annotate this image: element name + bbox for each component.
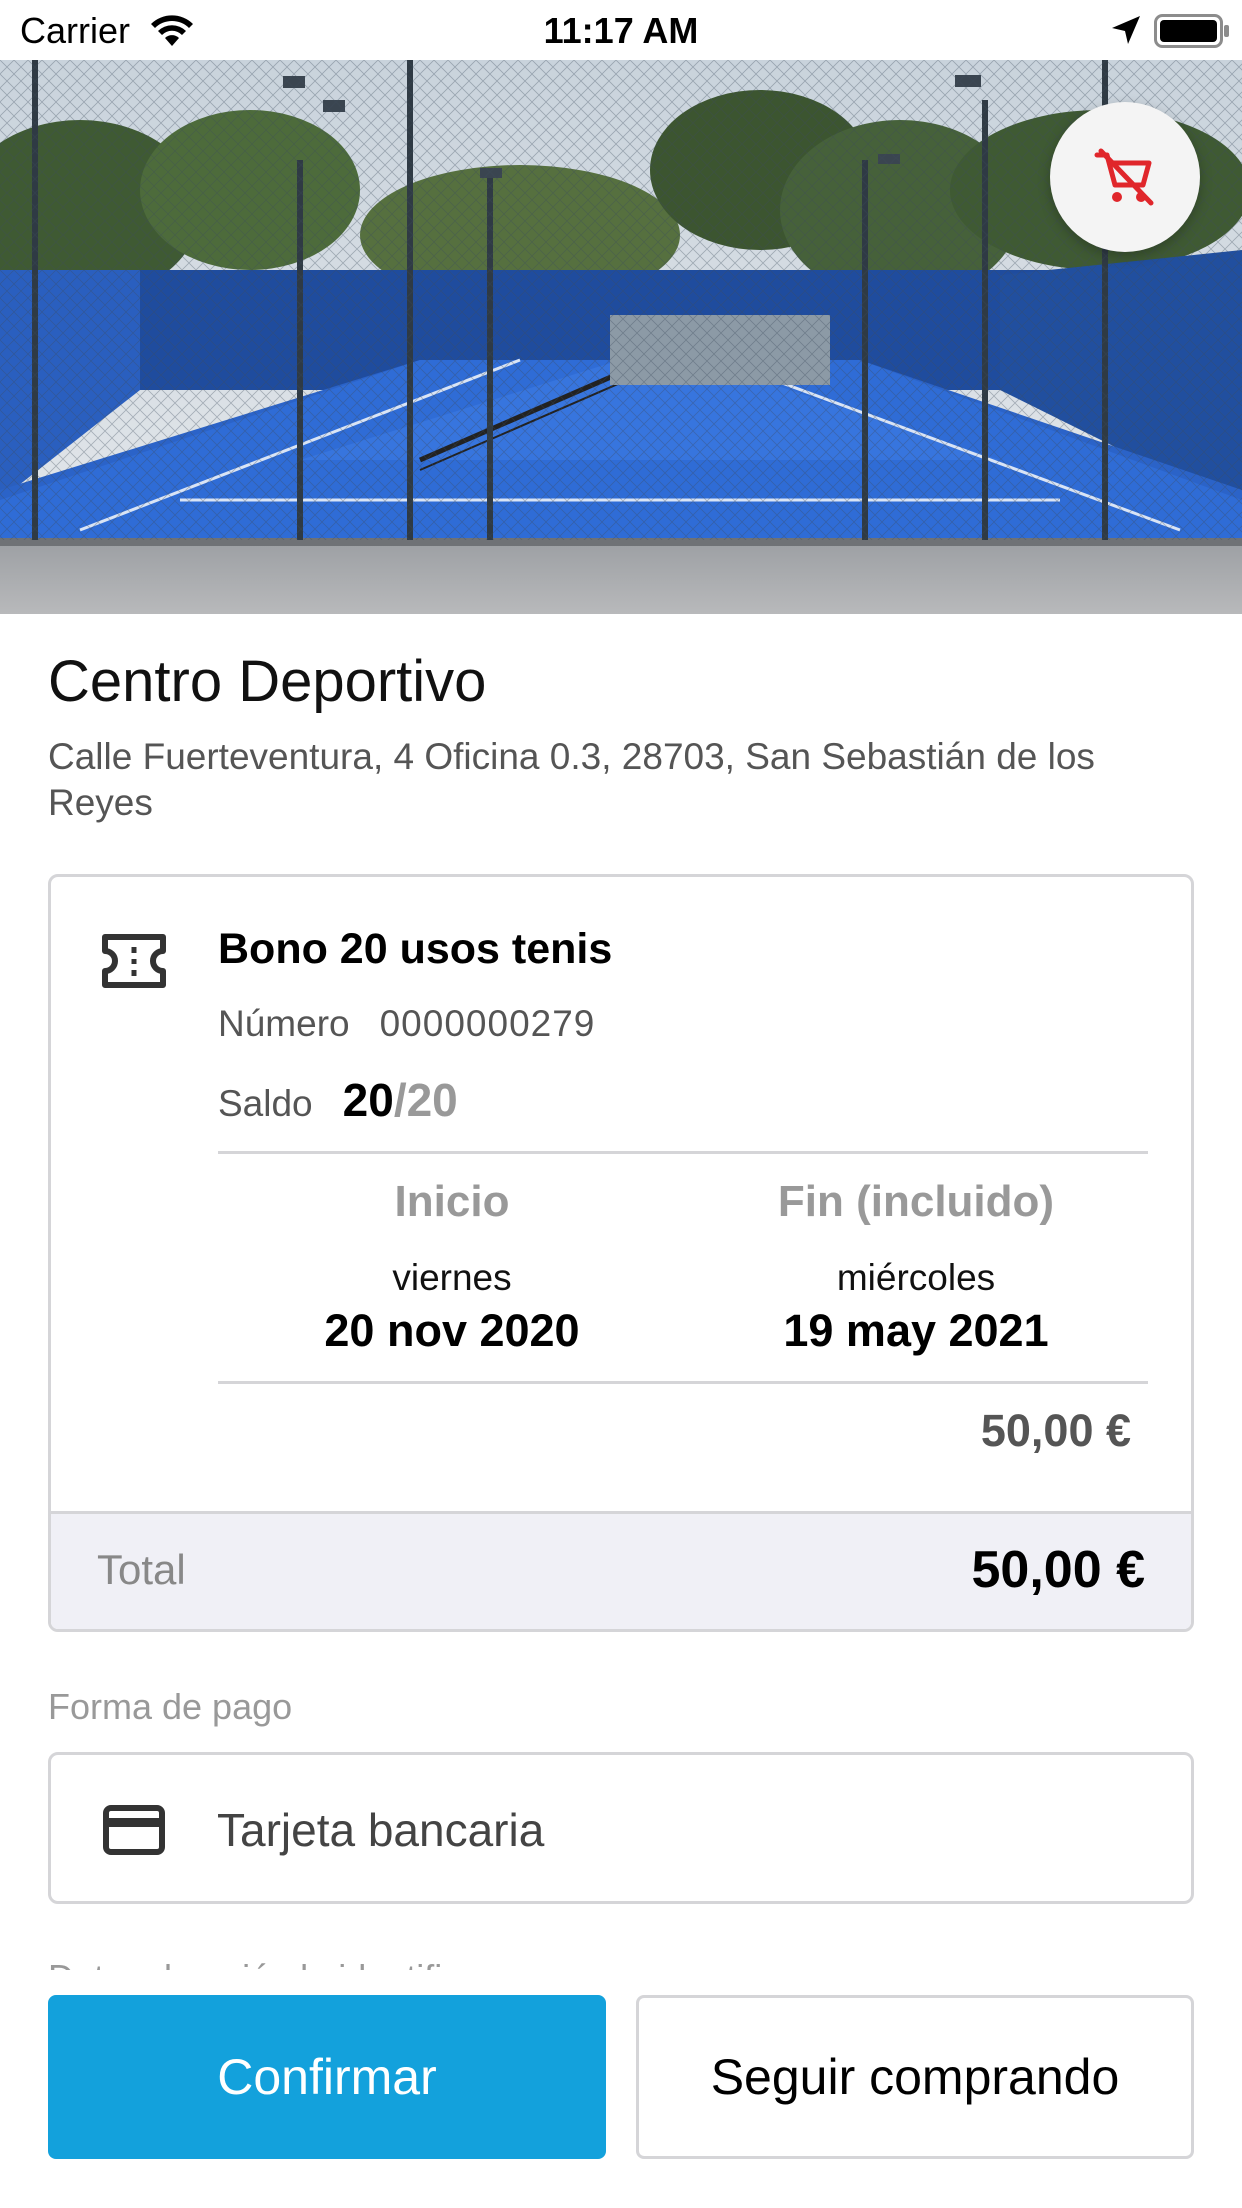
number-value: 0000000279 (379, 1003, 596, 1044)
start-date-label: Inicio (394, 1177, 510, 1226)
end-date: Fin (incluido) miércoles 19 may 2021 (706, 1177, 1126, 1357)
balance-row: Saldo 20/20 (218, 1073, 458, 1127)
balance-separator: / (393, 1074, 407, 1126)
remove-from-cart-button[interactable] (1050, 102, 1200, 252)
confirm-button[interactable]: Confirmar (48, 1995, 606, 2159)
venue-address: Calle Fuerteventura, 4 Oficina 0.3, 2870… (48, 736, 1095, 823)
credit-card-icon (103, 1805, 165, 1855)
location-arrow-icon (1112, 16, 1140, 44)
balance-label: Saldo (218, 1083, 313, 1124)
divider (218, 1151, 1148, 1154)
status-bar: Carrier 11:17 AM (0, 0, 1242, 60)
total-value: 50,00 € (971, 1541, 1146, 1599)
ticket-number-row: Número 0000000279 (218, 1003, 595, 1045)
number-label: Número (218, 1003, 350, 1044)
total-bar: Total 50,00 € (51, 1511, 1191, 1629)
venue-name: Centro Deportivo (48, 649, 487, 714)
balance-total: 20 (406, 1074, 458, 1126)
continue-shopping-button[interactable]: Seguir comprando (636, 1995, 1194, 2159)
end-date-value: 19 may 2021 (783, 1305, 1049, 1356)
venue-photo (0, 60, 1242, 614)
balance-current: 20 (342, 1074, 394, 1126)
divider (218, 1381, 1148, 1384)
end-date-label: Fin (incluido) (777, 1177, 1055, 1226)
total-label: Total (97, 1546, 186, 1593)
cart-item-card: Bono 20 usos tenis Número 0000000279 Sald… (48, 874, 1194, 1632)
end-weekday: miércoles (836, 1257, 996, 1298)
battery-icon (1154, 14, 1229, 48)
start-weekday: viernes (392, 1257, 512, 1298)
payment-method-selector[interactable]: Tarjeta bancaria (48, 1752, 1194, 1904)
next-section-heading: Datos de quién lo identifica (48, 1950, 480, 1970)
payment-method-value: Tarjeta bancaria (217, 1804, 545, 1856)
bottom-action-bar: Confirmar Seguir comprando (0, 1970, 1242, 2208)
clock: 11:17 AM (543, 10, 699, 51)
remove-from-cart-icon (1094, 148, 1154, 206)
item-price: 50,00 € (980, 1405, 1131, 1456)
start-date-value: 20 nov 2020 (324, 1305, 580, 1356)
product-title: Bono 20 usos tenis (218, 925, 613, 973)
payment-method-heading: Forma de pago (48, 1686, 293, 1727)
start-date: Inicio viernes 20 nov 2020 (242, 1177, 662, 1357)
tennis-courts-photo (0, 60, 1242, 614)
ticket-icon (102, 934, 166, 988)
